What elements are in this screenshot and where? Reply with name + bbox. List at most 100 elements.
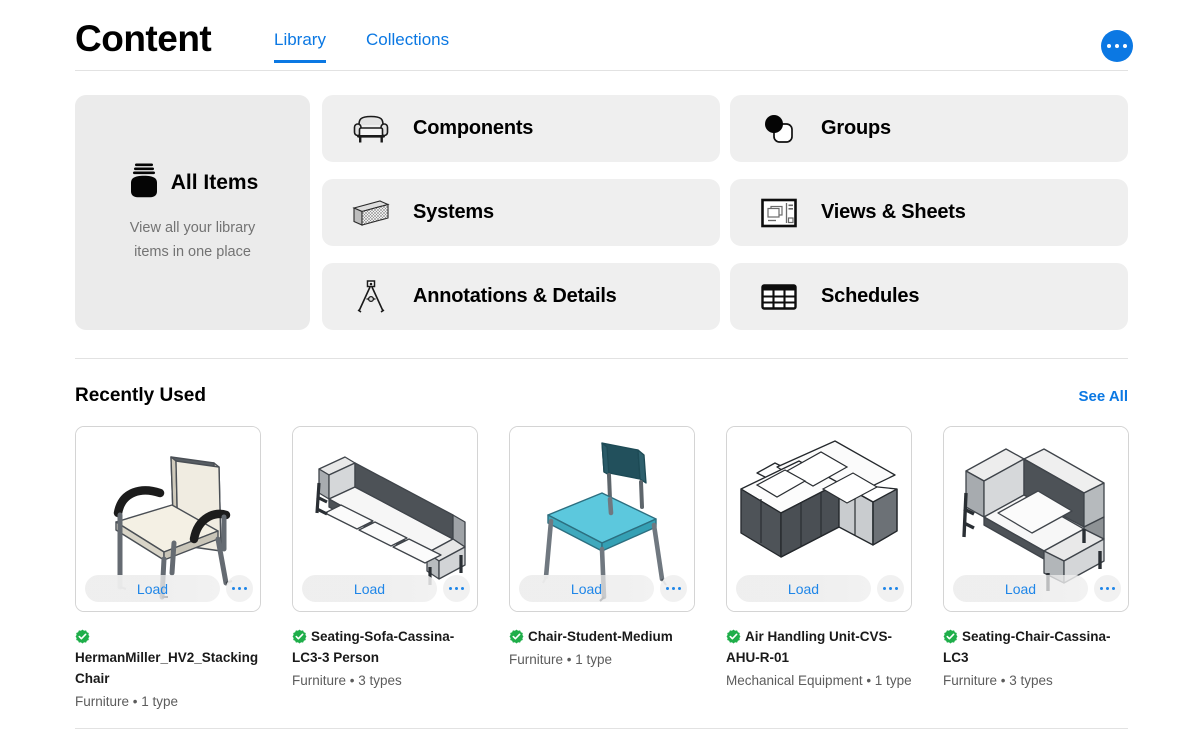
content-library-page: Content Library Collections All Items Vi… [0,0,1200,748]
dot-icon [237,586,242,591]
item-more-button[interactable] [1094,575,1121,602]
dot-icon [1099,586,1104,591]
item-name-row: Chair-Student-Medium [509,626,695,647]
tab-library[interactable]: Library [274,30,326,63]
load-button[interactable]: Load [519,575,654,602]
list-item[interactable]: Load Seating-Sofa-Cassina-LC3-3 Person F… [292,426,478,712]
category-card-components[interactable]: Components [322,95,720,162]
section-divider-top [75,358,1128,359]
item-name-row: Seating-Sofa-Cassina-LC3-3 Person [292,626,478,668]
dot-icon [448,586,453,591]
load-button[interactable]: Load [302,575,437,602]
item-more-button[interactable] [877,575,904,602]
list-item[interactable]: Load Seating-Chair-Cassina-LC3 Furniture… [943,426,1129,712]
recently-used-header: Recently Used See All [75,385,1128,407]
category-label: Systems [413,201,494,223]
item-name-row: HermanMiller_HV2_StackingChair [75,626,261,689]
tab-collections[interactable]: Collections [366,30,449,63]
category-card-groups[interactable]: Groups [730,95,1128,162]
category-card-annotations-details[interactable]: Annotations & Details [322,263,720,330]
verified-check-icon [726,629,741,644]
item-metadata: Chair-Student-Medium Furniture • 1 type [509,626,695,670]
dot-icon [894,586,899,591]
thumbnail-actions: Load [85,575,253,602]
item-name: HermanMiller_HV2_StackingChair [75,650,259,686]
dot-icon [677,586,682,591]
dot-icon [454,586,459,591]
item-meta-text: Furniture • 3 types [943,673,1053,688]
tab-bar: Library Collections [274,30,449,63]
dot-icon [665,586,670,591]
category-card-schedules[interactable]: Schedules [730,263,1128,330]
category-column-right: Groups Views & Sheets Schedules [730,95,1128,330]
thumbnail-actions: Load [302,575,470,602]
item-name: Seating-Sofa-Cassina-LC3-3 Person [292,629,455,665]
dot-icon [231,586,236,591]
armchair-icon [351,109,391,149]
item-thumbnail[interactable]: Load [292,426,478,612]
verified-check-icon [75,629,90,644]
category-label: Annotations & Details [413,285,617,307]
all-items-row: All Items [127,161,259,204]
verified-check-icon [509,629,524,644]
item-thumbnail[interactable]: Load [726,426,912,612]
see-all-link[interactable]: See All [1079,388,1128,405]
item-name-row: Seating-Chair-Cassina-LC3 [943,626,1129,668]
page-title: Content [75,18,212,59]
jar-icon [127,161,161,204]
header-divider [75,70,1128,71]
load-button[interactable]: Load [736,575,871,602]
item-meta-text: Furniture • 1 type [75,694,179,709]
compass-icon [351,277,391,317]
load-button[interactable]: Load [85,575,220,602]
item-name: Chair-Student-Medium [528,629,673,644]
category-column-middle: Components Systems Annotations & Details [322,95,720,330]
header-more-button[interactable] [1101,30,1133,62]
item-metadata: Seating-Sofa-Cassina-LC3-3 Person Furnit… [292,626,478,691]
all-items-label: All Items [170,170,259,194]
item-name-row: Air Handling Unit-CVS-AHU-R-01 [726,626,912,668]
item-thumbnail[interactable]: Load [75,426,261,612]
category-card-systems[interactable]: Systems [322,179,720,246]
dot-icon [1105,586,1110,591]
recently-used-title: Recently Used [75,385,206,406]
item-thumbnail[interactable]: Load [943,426,1129,612]
dot-icon [882,586,887,591]
item-more-button[interactable] [443,575,470,602]
item-more-button[interactable] [660,575,687,602]
section-divider-bottom [75,728,1128,729]
page-header: Content Library Collections [0,0,1200,70]
item-metadata: Air Handling Unit-CVS-AHU-R-01 Mechanica… [726,626,912,691]
overlapping-shapes-icon [759,109,799,149]
wall-assembly-icon [351,193,391,233]
dot-icon [1122,43,1128,49]
dot-icon [671,586,676,591]
item-name: Air Handling Unit-CVS-AHU-R-01 [726,629,892,665]
thumbnail-actions: Load [953,575,1121,602]
views-sheets-icon [759,193,799,233]
category-grid: All Items View all your library items in… [75,95,1128,330]
dot-icon [1114,43,1120,49]
item-thumbnail[interactable]: Load [509,426,695,612]
load-button[interactable]: Load [953,575,1088,602]
category-card-views-sheets[interactable]: Views & Sheets [730,179,1128,246]
dot-icon [460,586,465,591]
category-label: Schedules [821,285,920,307]
item-meta-text: Furniture • 3 types [292,673,402,688]
category-label: Views & Sheets [821,201,966,223]
dot-icon [1106,43,1112,49]
item-more-button[interactable] [226,575,253,602]
verified-check-icon [943,629,958,644]
item-name: Seating-Chair-Cassina-LC3 [943,629,1111,665]
table-grid-icon [759,277,799,317]
verified-check-icon [292,629,307,644]
category-label: Components [413,117,534,139]
dot-icon [1111,586,1116,591]
list-item[interactable]: Load Chair-Student-Medium Furniture • 1 … [509,426,695,712]
dot-icon [888,586,893,591]
category-label: Groups [821,117,891,139]
category-card-all-items[interactable]: All Items View all your library items in… [75,95,310,330]
list-item[interactable]: Load Air Handling Unit-CVS-AHU-R-01 Mech… [726,426,912,712]
recently-used-list: Load HermanMiller_HV2_StackingChair Furn… [75,426,1129,712]
list-item[interactable]: Load HermanMiller_HV2_StackingChair Furn… [75,426,261,712]
